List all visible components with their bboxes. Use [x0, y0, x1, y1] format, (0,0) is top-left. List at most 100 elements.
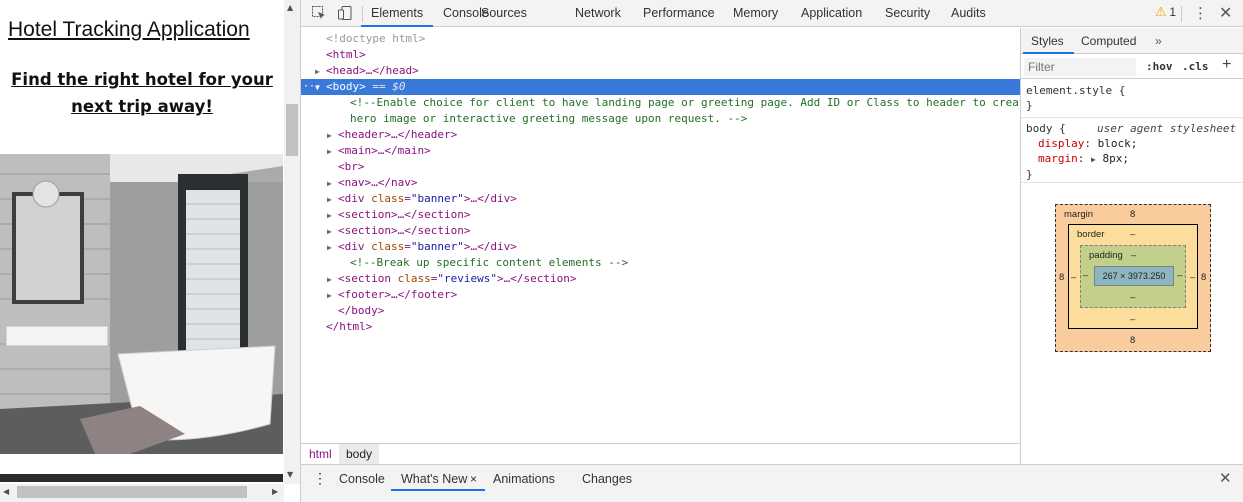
dom-comment-line[interactable]: hero image or interactive greeting messa… — [301, 111, 1020, 127]
expand-toggle-icon[interactable]: ▶ — [327, 144, 338, 160]
tab-computed[interactable]: Computed — [1081, 34, 1136, 48]
tab-application[interactable]: Application — [801, 0, 862, 27]
dom-node-line[interactable]: ▶ <div class="banner">…</div> — [301, 191, 1020, 207]
tab-elements[interactable]: Elements — [361, 0, 434, 27]
dom-node-line[interactable]: </body> — [301, 303, 1020, 319]
padding-left-value[interactable]: – — [1083, 270, 1088, 281]
dom-node-line[interactable]: <br> — [301, 159, 1020, 175]
box-model-content-size[interactable]: 267 × 3973.250 — [1094, 266, 1174, 286]
dom-node-line[interactable]: ▶ <nav>…</nav> — [301, 175, 1020, 191]
new-style-rule-icon[interactable]: + — [1222, 56, 1231, 74]
drawer-tab-console[interactable]: Console — [339, 472, 385, 486]
padding-bottom-value[interactable]: – — [1130, 292, 1135, 303]
node-text: <section>…</section> — [338, 224, 471, 237]
expand-toggle-icon[interactable]: ▼ — [315, 80, 326, 96]
drawer-tab-animations[interactable]: Animations — [493, 472, 555, 486]
page-horizontal-scrollbar[interactable]: ◀ ▶ — [0, 484, 284, 502]
dom-node-line[interactable]: ··· ▼ <body> == $0 — [301, 79, 1020, 95]
node-text: <!doctype html> — [326, 32, 426, 45]
tab-security[interactable]: Security — [885, 0, 930, 27]
close-devtools-icon[interactable]: ✕ — [1219, 3, 1232, 22]
tab-performance[interactable]: Performance — [643, 0, 715, 27]
hover-state-toggle[interactable]: :hov — [1146, 60, 1173, 73]
dom-comment-line[interactable]: <!--Enable choice for client to have lan… — [301, 95, 1020, 111]
dom-node-line[interactable]: ▶ <section>…</section> — [301, 223, 1020, 239]
border-right-value[interactable]: – — [1190, 272, 1195, 283]
scroll-up-arrow-icon[interactable]: ▲ — [287, 3, 293, 12]
expand-toggle-icon[interactable]: ▶ — [327, 128, 338, 144]
scroll-left-arrow-icon[interactable]: ◀ — [3, 487, 9, 496]
expand-toggle-icon[interactable]: ▶ — [327, 176, 338, 192]
dom-node-line[interactable]: ▶ <footer>…</footer> — [301, 287, 1020, 303]
dom-node-line[interactable]: ▶ <section class="reviews">…</section> — [301, 271, 1020, 287]
device-toolbar-icon[interactable] — [337, 5, 353, 21]
dom-node-line[interactable]: ▶ <main>…</main> — [301, 143, 1020, 159]
expand-toggle-icon[interactable]: ▶ — [327, 240, 338, 256]
node-text: <div class="banner">…</div> — [338, 240, 517, 253]
css-property-margin[interactable]: margin: ▶ 8px; — [1021, 151, 1243, 167]
expand-toggle-icon[interactable]: ▶ — [327, 224, 338, 240]
tab-sources[interactable]: Sources — [481, 0, 527, 27]
tab-network[interactable]: Network — [575, 0, 621, 27]
inspect-element-icon[interactable] — [311, 5, 327, 21]
margin-left-value[interactable]: 8 — [1059, 272, 1064, 283]
padding-top-value[interactable]: – — [1131, 250, 1136, 261]
dom-node-line[interactable]: <!doctype html> — [301, 31, 1020, 47]
expand-toggle-icon[interactable]: ▶ — [327, 272, 338, 288]
expand-toggle-icon[interactable]: ▶ — [315, 64, 326, 80]
close-drawer-icon[interactable]: ✕ — [1219, 469, 1232, 487]
dom-node-line[interactable]: </html> — [301, 319, 1020, 335]
tab-styles[interactable]: Styles — [1031, 34, 1064, 48]
border-top-value[interactable]: – — [1130, 229, 1135, 240]
tab-memory[interactable]: Memory — [733, 0, 778, 27]
box-model-padding[interactable]: padding – – – – 267 × 3973.250 — [1080, 245, 1186, 308]
scroll-right-arrow-icon[interactable]: ▶ — [272, 487, 278, 496]
dom-node-line[interactable]: ▶ <header>…</header> — [301, 127, 1020, 143]
node-text: <!--Enable choice for client to have lan… — [350, 96, 1020, 109]
padding-right-value[interactable]: – — [1177, 270, 1182, 281]
elements-tree[interactable]: <!doctype html> <html> ▶ <head>…</head> ··· ▼… — [301, 28, 1020, 443]
drawer-tab-changes[interactable]: Changes — [582, 472, 632, 486]
styles-filter-input[interactable] — [1024, 58, 1136, 76]
breadcrumb-body[interactable]: body — [339, 444, 380, 464]
border-left-value[interactable]: – — [1071, 272, 1076, 283]
vertical-scroll-thumb[interactable] — [286, 104, 298, 156]
margin-bottom-value[interactable]: 8 — [1130, 335, 1135, 346]
drawer-tab-whats-new[interactable]: What's New — [401, 472, 467, 486]
breadcrumb-html[interactable]: html — [309, 447, 332, 461]
margin-right-value[interactable]: 8 — [1201, 272, 1206, 283]
body-ua-rule[interactable]: body {user agent stylesheet display: blo… — [1021, 118, 1243, 183]
dom-node-line[interactable]: <html> — [301, 47, 1020, 63]
node-text: <!--Break up specific content elements -… — [350, 256, 629, 269]
dom-node-line[interactable]: ▶ <section>…</section> — [301, 207, 1020, 223]
box-model-border[interactable]: border – – – – padding – – – – 267 × 397… — [1068, 224, 1198, 329]
node-text: <head>…</head> — [326, 64, 419, 77]
hero-image — [0, 154, 283, 454]
close-tab-icon[interactable]: × — [470, 472, 477, 486]
selected-node-marker: == $0 — [372, 80, 406, 93]
dom-node-line[interactable]: ▶ <div class="banner">…</div> — [301, 239, 1020, 255]
scroll-down-arrow-icon[interactable]: ▼ — [287, 470, 293, 479]
page-vertical-scrollbar[interactable]: ▲ ▼ — [284, 0, 300, 484]
dom-comment-line[interactable]: <!--Break up specific content elements -… — [301, 255, 1020, 271]
horizontal-scroll-thumb[interactable] — [17, 486, 247, 498]
border-bottom-value[interactable]: – — [1130, 314, 1135, 325]
warnings-indicator[interactable]: ⚠ 1 — [1155, 4, 1176, 20]
tab-audits[interactable]: Audits — [951, 0, 986, 27]
drawer-menu-icon[interactable]: ⋮ — [313, 470, 327, 487]
customize-menu-icon[interactable]: ⋮ — [1193, 4, 1208, 22]
element-style-rule[interactable]: element.style { } — [1021, 80, 1243, 118]
more-tabs-icon[interactable]: » — [1155, 34, 1162, 48]
class-toggle[interactable]: .cls — [1182, 60, 1209, 73]
css-property-display[interactable]: display: block; — [1021, 136, 1243, 151]
prop-name: margin — [1038, 152, 1078, 165]
expand-toggle-icon[interactable]: ▶ — [327, 208, 338, 224]
expand-arrow-icon[interactable]: ▶ — [1091, 155, 1096, 164]
expand-toggle-icon[interactable]: ▶ — [327, 192, 338, 208]
dom-node-line[interactable]: ▶ <head>…</head> — [301, 63, 1020, 79]
margin-top-value[interactable]: 8 — [1130, 209, 1135, 220]
expand-toggle-icon[interactable]: ▶ — [327, 288, 338, 304]
prop-value: block; — [1097, 137, 1138, 150]
element-style-selector: element.style { — [1026, 84, 1126, 97]
box-model-margin[interactable]: margin 8 8 8 8 border – – – – padding – … — [1055, 204, 1211, 352]
